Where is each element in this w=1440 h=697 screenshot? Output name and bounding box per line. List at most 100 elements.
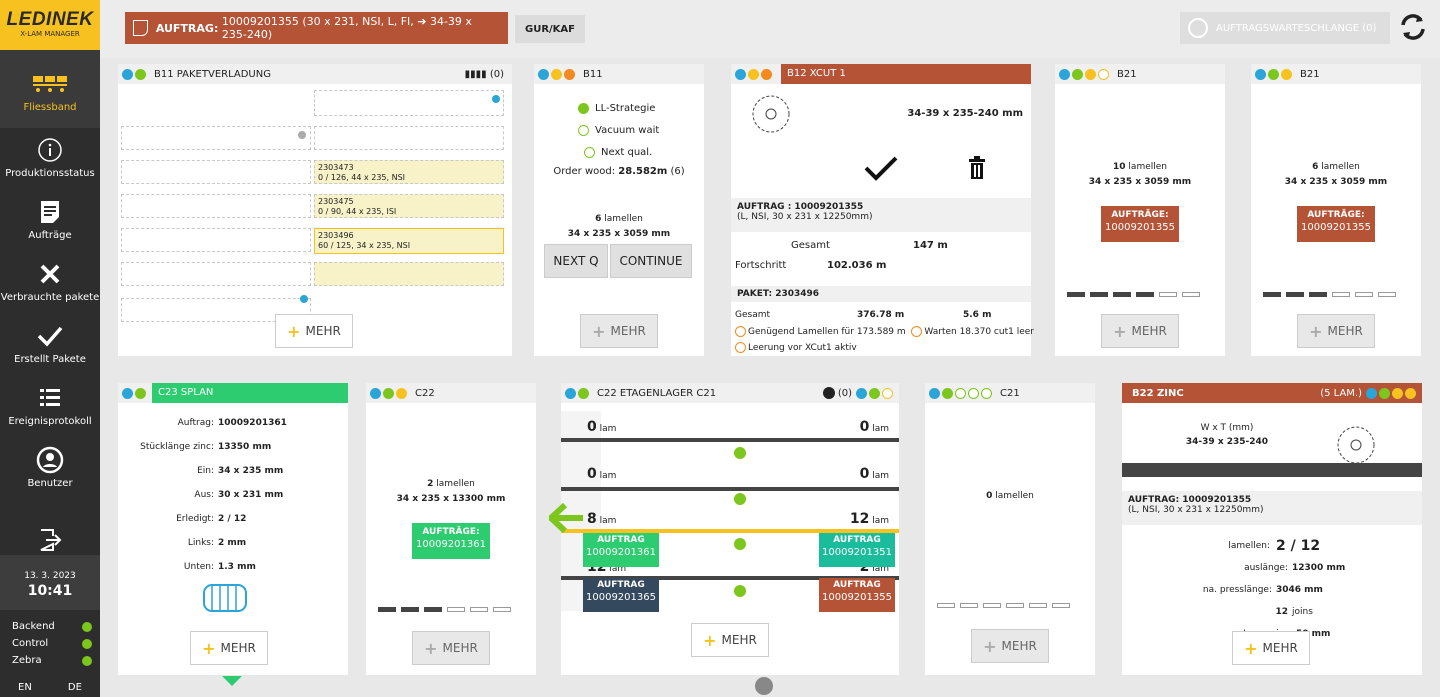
order-chip[interactable]: AUFTRAG 10009201365 [583, 578, 659, 612]
count-value: 0 [859, 466, 870, 482]
more-button[interactable]: + MEHR [971, 629, 1049, 663]
unit: lam [872, 516, 889, 526]
package-slot-selected[interactable]: 2303496 60 / 125, 34 x 235, NSI [314, 228, 504, 254]
order-queue-button[interactable]: AUFTRAGSWARTESCHLANGE (0) [1180, 12, 1390, 44]
detail-row: Erledigt: 2 / 12 [118, 507, 348, 531]
slot[interactable] [314, 126, 504, 150]
slot[interactable] [121, 160, 311, 184]
dims: 34-39 x 235-240 mm [907, 108, 1023, 119]
nav-ereignisprotokoll[interactable]: Ereignisprotokoll [0, 376, 100, 438]
confirm-check-icon[interactable] [863, 154, 899, 185]
order-chip[interactable]: AUFTRAG 10009201361 [583, 533, 659, 567]
order-chip[interactable]: AUFTRAG 10009201351 [819, 533, 895, 567]
order-chip[interactable]: AUFTRÄGE: 10009201355 [1101, 206, 1179, 242]
order-label: AUFTRAG: [155, 21, 219, 35]
order-chip[interactable]: AUFTRAG 10009201355 [819, 578, 895, 612]
slot[interactable] [121, 262, 311, 286]
user-chip[interactable]: GUR/KAF [515, 15, 585, 43]
chip-title: AUFTRÄGE: [1307, 210, 1365, 220]
detail-label: Aus: [194, 490, 214, 500]
trash-icon[interactable] [968, 156, 986, 183]
detail-label: Unten: [183, 562, 214, 572]
nav-produktionsstatus[interactable]: Produktionsstatus [0, 128, 100, 190]
strategy-item[interactable]: Vacuum wait [578, 120, 659, 142]
more-button[interactable]: + MEHR [691, 623, 769, 657]
status-dots [370, 387, 409, 399]
chip-order: 10009201365 [586, 592, 656, 603]
panel-title: C23 SPLAN [152, 383, 348, 403]
lang-de[interactable]: DE [68, 682, 82, 693]
logo: LEDINEK X-LAM MANAGER [0, 0, 100, 50]
more-button[interactable]: + MEHR [412, 631, 490, 665]
panel-header: B21 [1055, 64, 1225, 84]
more-button[interactable]: + MEHR [1297, 314, 1375, 348]
header-status: (0) [822, 387, 895, 399]
package-count: (0) [489, 68, 504, 80]
panel-header: C22 [366, 383, 536, 403]
strategy-label: Vacuum wait [595, 125, 660, 136]
nav-benutzer[interactable]: Benutzer [0, 438, 100, 500]
top-bar: AUFTRAG: 10009201355 (30 x 231, NSI, L, … [100, 0, 1440, 58]
slot[interactable] [121, 228, 311, 252]
more-button[interactable]: + MEHR [1232, 631, 1310, 665]
more-button[interactable]: + MEHR [580, 314, 658, 348]
lamellen-info: 10 lamellen [1055, 162, 1225, 172]
slot[interactable] [121, 126, 311, 150]
download-icon[interactable] [822, 387, 835, 399]
panel-title: B11 PAKETVERLADUNG [154, 68, 271, 80]
count: (6) [670, 166, 685, 177]
button-label: MEHR [721, 633, 757, 647]
nav-fliessband[interactable]: Fliessband [0, 50, 100, 128]
status-dots [538, 68, 577, 80]
logout-icon[interactable] [38, 528, 62, 555]
arrow-left-icon [546, 502, 585, 536]
lang-en[interactable]: EN [18, 682, 32, 693]
status-label: Control [12, 638, 49, 649]
label: lamellen [604, 214, 643, 224]
more-button[interactable]: + MEHR [275, 314, 353, 348]
sidebar: LEDINEK X-LAM MANAGER Fliessband Produkt… [0, 0, 100, 697]
strategy-item[interactable]: Next qual. [584, 142, 659, 164]
slot[interactable] [314, 262, 504, 286]
shelf-line [561, 487, 899, 491]
more-button[interactable]: + MEHR [1101, 314, 1179, 348]
strategy-item[interactable]: LL-Strategie [578, 98, 659, 120]
slot[interactable] [314, 90, 504, 116]
package-slot[interactable]: 2303475 0 / 90, 44 x 235, ISI [314, 194, 504, 218]
panel-b21-2: B21 6 lamellen 34 x 235 x 3059 mm AUFTRÄ… [1251, 64, 1421, 356]
current-order-button[interactable]: AUFTRAG: 10009201355 (30 x 231, NSI, L, … [125, 12, 508, 44]
date: 13. 3. 2023 [24, 571, 76, 581]
button-label: MEHR [220, 641, 256, 655]
chip-title: AUFTRAG [597, 580, 645, 590]
scroll-down-icon[interactable] [755, 677, 773, 695]
progress-dashes [1067, 292, 1205, 297]
continue-button[interactable]: CONTINUE [610, 244, 692, 278]
order-id: AUFTRAG: 10009201355 [1128, 495, 1252, 505]
detail-row: na. presslänge: 3046 mm [1122, 579, 1422, 601]
label: lamellen [436, 479, 475, 489]
order-chip[interactable]: AUFTRÄGE: 10009201355 [1297, 206, 1375, 242]
detail-value: 12300 mm [1292, 563, 1346, 573]
next-q-button[interactable]: NEXT Q [544, 244, 608, 278]
count-value: 0 [587, 466, 597, 482]
order-wood: Order wood: 28.582m (6) [534, 166, 704, 177]
detail-label: auslänge: [1244, 563, 1288, 573]
paket-status: Genügend Lamellen für 173.589 m Warten 1… [735, 326, 1034, 337]
dims: 34 x 235 x 3059 mm [1284, 177, 1388, 187]
nav-erstellt-pakete[interactable]: Erstellt Pakete [0, 314, 100, 376]
detail-label: Links: [187, 538, 214, 548]
wxt-label: W x T (mm) [1200, 423, 1254, 433]
package-slot[interactable]: 2303473 0 / 126, 44 x 235, NSI [314, 160, 504, 184]
nav-auftraege[interactable]: Aufträge [0, 190, 100, 252]
chip-order: 10009201355 [1105, 222, 1175, 233]
slot[interactable] [121, 194, 311, 218]
detail-value: 34 x 235 mm [218, 466, 284, 476]
panel-title: B22 ZINC [1132, 387, 1184, 399]
order-info: AUFTRAG: 10009201355 (L, NSI, 30 x 231 x… [1122, 491, 1422, 525]
unit: lam [872, 424, 889, 434]
refresh-icon[interactable] [1398, 12, 1428, 49]
more-button[interactable]: + MEHR [190, 631, 268, 665]
barcode-icon[interactable]: ▮▮▮▮ (0) [465, 69, 504, 80]
nav-verbrauchte-pakete[interactable]: Verbrauchte pakete [0, 252, 100, 314]
order-chip[interactable]: AUFTRÄGE: 10009201361 [412, 523, 490, 559]
